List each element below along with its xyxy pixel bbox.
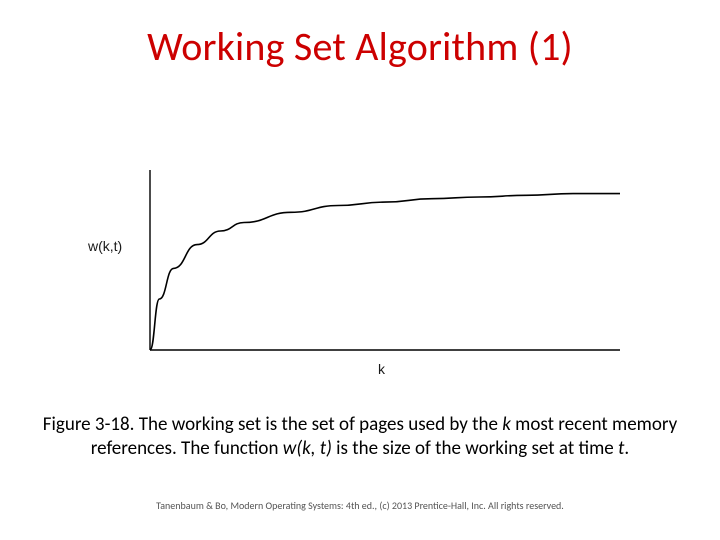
figure-caption: Figure 3-18. The working set is the set …: [40, 413, 680, 461]
slide: Working Set Algorithm (1) w(k,t) k Figur…: [0, 0, 720, 540]
caption-k: k: [502, 413, 511, 436]
chart-svg: [90, 160, 630, 370]
caption-text-post: .: [624, 437, 629, 460]
footer-copyright: Tanenbaum & Bo, Modern Operating Systems…: [0, 499, 720, 512]
curve-line: [150, 194, 620, 350]
caption-text-pre: Figure 3-18. The working set is the set …: [43, 413, 502, 436]
caption-func: w(k, t): [283, 437, 332, 460]
chart: [90, 160, 630, 370]
slide-title: Working Set Algorithm (1): [0, 22, 720, 71]
caption-text-mid2: is the size of the working set at time: [332, 437, 618, 460]
